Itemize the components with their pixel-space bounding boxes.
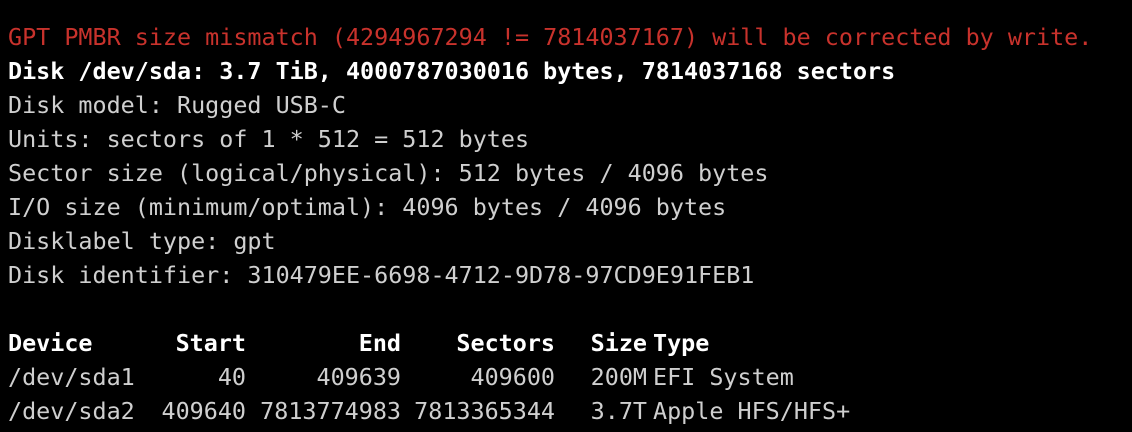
disk-model-line: Disk model: Rugged USB-C	[8, 91, 346, 119]
header-type: Type	[653, 329, 710, 357]
cell-type: EFI System	[653, 363, 794, 391]
header-device: Device	[8, 329, 93, 357]
cell-sectors: 7813365344	[414, 397, 555, 425]
partition-table-header: Device Start End Sectors Size Type	[8, 326, 1132, 360]
cell-size: 200M	[590, 363, 647, 391]
partition-row: /dev/sda1 40 409639 409600 200M EFI Syst…	[8, 360, 1132, 394]
units-line: Units: sectors of 1 * 512 = 512 bytes	[8, 125, 530, 153]
gpt-warning-line: GPT PMBR size mismatch (4294967294 != 78…	[8, 23, 1093, 51]
header-start: Start	[175, 329, 246, 357]
disk-summary-line: Disk /dev/sda: 3.7 TiB, 4000787030016 by…	[8, 57, 896, 85]
disklabel-type-line: Disklabel type: gpt	[8, 227, 276, 255]
partition-row: /dev/sda2 409640 7813774983 7813365344 3…	[8, 394, 1132, 428]
header-end: End	[358, 329, 401, 357]
sector-size-line: Sector size (logical/physical): 512 byte…	[8, 159, 769, 187]
io-size-line: I/O size (minimum/optimal): 4096 bytes /…	[8, 193, 727, 221]
cell-start: 40	[217, 363, 246, 391]
cell-end: 7813774983	[260, 397, 401, 425]
cell-start: 409640	[161, 397, 247, 425]
cell-size: 3.7T	[590, 397, 647, 425]
cell-device: /dev/sda1	[8, 363, 135, 391]
header-sectors: Sectors	[456, 329, 555, 357]
cell-sectors: 409600	[470, 363, 556, 391]
disk-identifier-line: Disk identifier: 310479EE-6698-4712-9D78…	[8, 261, 755, 289]
header-size: Size	[590, 329, 647, 357]
cell-end: 409639	[316, 363, 402, 391]
terminal-output[interactable]: GPT PMBR size mismatch (4294967294 != 78…	[0, 0, 1132, 432]
cell-device: /dev/sda2	[8, 397, 135, 425]
cell-type: Apple HFS/HFS+	[653, 397, 851, 425]
